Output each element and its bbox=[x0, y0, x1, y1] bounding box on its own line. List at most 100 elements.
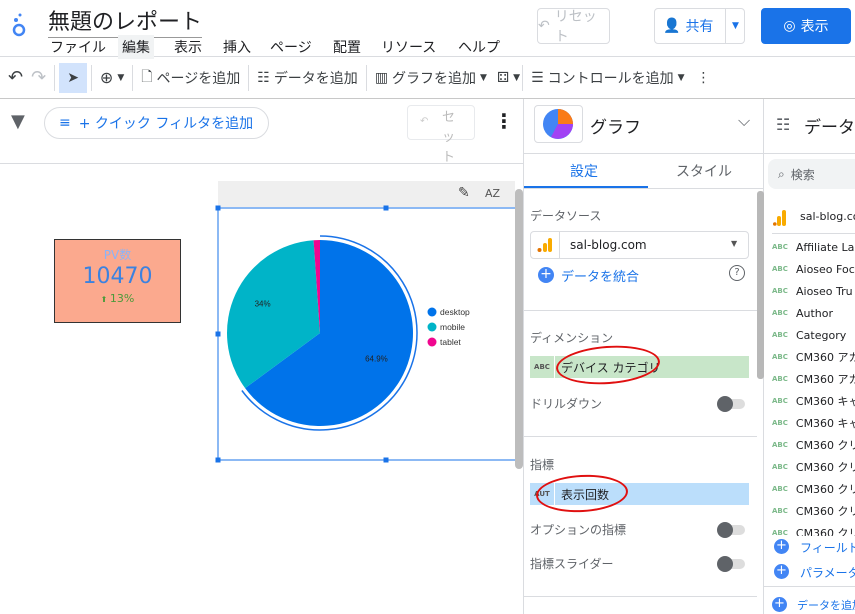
field-type-abc: ABC bbox=[772, 441, 788, 449]
add-chart-icon: ▥ bbox=[374, 69, 389, 86]
field-type-abc: ABC bbox=[772, 309, 788, 317]
menu-help[interactable]: ヘルプ bbox=[454, 35, 504, 59]
add-quick-filter-button[interactable]: ≡ + クイック フィルタを追加 bbox=[44, 107, 269, 139]
more-options-icon[interactable]: ⋮ bbox=[494, 109, 514, 133]
field-type-abc: ABC bbox=[772, 265, 788, 273]
select-cursor-icon[interactable]: ➤ bbox=[59, 62, 87, 93]
field-type-abc: ABC bbox=[772, 243, 788, 251]
search-icon: ⌕ bbox=[778, 166, 785, 181]
pie-chart-icon bbox=[543, 109, 573, 139]
canvas-scrollbar[interactable] bbox=[515, 189, 523, 469]
menu-arrange[interactable]: 配置 bbox=[329, 35, 365, 59]
report-title[interactable]: 無題のレポート bbox=[48, 4, 203, 38]
field-item[interactable]: ABC Affiliate Lab bbox=[772, 236, 855, 258]
field-type-abc: ABC bbox=[772, 419, 788, 427]
field-item[interactable]: ABC Aioseo Tru bbox=[772, 280, 855, 302]
share-button[interactable]: 👤 共有 ▼ bbox=[654, 8, 745, 44]
help-icon[interactable]: ? bbox=[729, 265, 745, 281]
looker-studio-logo[interactable] bbox=[12, 12, 26, 38]
tab-setup[interactable]: 設定 bbox=[524, 161, 644, 181]
field-search-input[interactable]: ⌕ 検索 bbox=[768, 159, 855, 189]
scorecard[interactable]: PV数 10470 ⬆ 13% bbox=[54, 239, 181, 323]
eye-icon: ◎ bbox=[783, 18, 796, 34]
resize-handle[interactable] bbox=[383, 457, 389, 463]
resize-handle[interactable] bbox=[215, 331, 221, 337]
legend-swatch bbox=[427, 337, 437, 347]
add-data-icon: ☷ bbox=[257, 69, 270, 86]
panel-scrollbar[interactable] bbox=[757, 191, 764, 379]
add-circle-icon[interactable]: + bbox=[774, 539, 789, 554]
add-parameter-link[interactable]: パラメータ bbox=[800, 564, 855, 581]
reset-button[interactable]: ↶ リセット bbox=[537, 8, 610, 45]
slice-label: 34% bbox=[255, 299, 271, 308]
add-circle-icon[interactable]: + bbox=[538, 267, 554, 283]
community-viz-button[interactable]: ⚃ ▼ bbox=[495, 63, 522, 93]
field-item[interactable]: ABC Author bbox=[772, 302, 855, 324]
resize-handle[interactable] bbox=[215, 205, 221, 211]
drilldown-toggle[interactable] bbox=[717, 396, 745, 412]
menu-insert[interactable]: 挿入 bbox=[219, 35, 255, 59]
resize-handle[interactable] bbox=[383, 205, 389, 211]
more-icon[interactable]: ⋮ bbox=[693, 63, 715, 93]
tab-style[interactable]: スタイル bbox=[644, 161, 764, 181]
add-chart-button[interactable]: ▥ グラフを追加 ▼ bbox=[367, 63, 495, 93]
redo-icon[interactable]: ↷ bbox=[31, 63, 54, 93]
scorecard-delta: ⬆ 13% bbox=[100, 292, 135, 305]
data-panel-title: データ bbox=[804, 118, 855, 138]
field-item[interactable]: ABC CM360 キャ bbox=[772, 412, 855, 434]
field-type-abc: ABC bbox=[772, 507, 788, 515]
resize-handle[interactable] bbox=[215, 457, 221, 463]
add-page-button[interactable]: 🗋 ページを追加 bbox=[133, 63, 248, 93]
add-circle-icon[interactable]: + bbox=[774, 564, 789, 579]
add-control-button[interactable]: ☰ コントロールを追加 ▼ bbox=[523, 63, 692, 93]
field-item[interactable]: ABC Category bbox=[772, 324, 855, 346]
data-panel: ☷ データ ⌕検索 sal-blog.com ABCAffiliate LabA… bbox=[764, 99, 855, 614]
add-person-icon: 👤 bbox=[663, 18, 681, 34]
field-item[interactable]: ABC CM360 クリ bbox=[772, 478, 855, 500]
optional-metric-toggle[interactable] bbox=[717, 522, 745, 538]
field-item[interactable]: ABC CM360 アカ bbox=[772, 368, 855, 390]
add-control-icon: ☰ bbox=[531, 69, 544, 86]
add-page-icon: 🗋 bbox=[141, 68, 153, 85]
add-data-link[interactable]: データを追加 bbox=[797, 597, 855, 613]
share-dropdown-chevron-icon[interactable]: ▼ bbox=[725, 9, 745, 43]
field-item[interactable]: ABC CM360 キャ bbox=[772, 390, 855, 412]
add-field-link[interactable]: フィールド bbox=[800, 539, 855, 556]
field-type-abc: ABC bbox=[772, 353, 788, 361]
menu-file[interactable]: ファイル bbox=[46, 35, 110, 59]
field-item[interactable]: ABC CM360 クリ bbox=[772, 434, 855, 456]
field-type-abc: ABC bbox=[772, 485, 788, 493]
datasource-select[interactable]: sal-blog.com ▼ bbox=[530, 231, 749, 259]
zoom-button[interactable]: ⊕ ▼ bbox=[92, 63, 132, 93]
menu-edit[interactable]: 編集 bbox=[118, 35, 154, 59]
sort-az-icon[interactable]: AZ bbox=[485, 187, 500, 200]
data-table-icon: ☷ bbox=[776, 115, 791, 134]
field-item[interactable]: ABC CM360 クリ bbox=[772, 456, 855, 478]
add-data-button[interactable]: ☷ データを追加 bbox=[249, 63, 366, 93]
metric-slider-toggle[interactable] bbox=[717, 556, 745, 572]
chevron-down-icon[interactable]: ⌵ bbox=[738, 111, 750, 131]
add-circle-icon[interactable]: + bbox=[772, 597, 787, 612]
menu-page[interactable]: ページ bbox=[266, 35, 316, 59]
field-item[interactable]: ABC CM360 クリ bbox=[772, 500, 855, 522]
menu-view[interactable]: 表示 bbox=[170, 35, 206, 59]
field-item[interactable]: ABC CM360 クリ bbox=[772, 522, 855, 536]
menu-resources[interactable]: リソース bbox=[377, 35, 440, 59]
edit-pencil-icon[interactable]: ✎ bbox=[458, 185, 470, 201]
pie-chart[interactable]: 64.9% 34% desktop mobile tablet bbox=[214, 204, 519, 466]
legend-swatch bbox=[427, 307, 437, 317]
toolbar: ↶ ↷ ➤ ⊕ ▼ 🗋 ページを追加 ☷ データを追加 ▥ グラフを追加 ▼ ⚃ ▼ ☰ コン… bbox=[0, 57, 855, 99]
filter-icon[interactable]: ▼ bbox=[11, 111, 25, 132]
legend-label: desktop bbox=[440, 307, 470, 317]
chart-type-selector[interactable] bbox=[534, 105, 583, 143]
field-item[interactable]: ABC Aioseo Foc bbox=[772, 258, 855, 280]
red-annotation-circle bbox=[535, 472, 629, 515]
canvas-reset-button[interactable]: ↶ セット bbox=[407, 105, 475, 163]
metric-slider-label: 指標スライダー bbox=[530, 557, 614, 571]
undo-icon[interactable]: ↶ bbox=[0, 63, 31, 93]
field-item[interactable]: ABC CM360 アカ bbox=[772, 346, 855, 368]
view-button[interactable]: ◎ 表示 bbox=[761, 8, 851, 44]
blend-data-link[interactable]: データを統合 bbox=[561, 266, 639, 285]
dimension-label: ディメンション bbox=[530, 331, 614, 345]
legend-label: mobile bbox=[440, 322, 465, 332]
